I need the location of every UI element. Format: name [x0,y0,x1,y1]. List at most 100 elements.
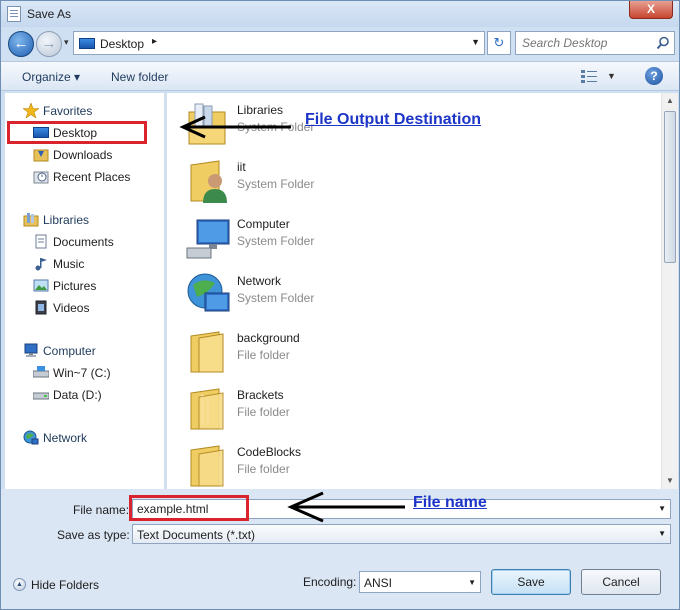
vertical-scrollbar[interactable]: ▲ ▼ [661,93,678,489]
file-name-annotation: File name [413,494,487,512]
collapse-icon: ▲ [13,578,26,591]
nav-downloads[interactable]: Downloads [33,145,183,165]
breadcrumb-arrow-icon[interactable]: ▸ [152,36,157,47]
nav-pictures-label: Pictures [53,279,96,293]
scrollbar-thumb[interactable] [664,111,676,263]
pictures-icon [33,278,49,293]
address-bar[interactable]: Desktop ▸ ▼ [73,31,485,55]
refresh-button[interactable]: ↻ [487,31,511,55]
encoding-label: Encoding: [303,575,356,589]
file-name: Brackets [237,388,284,402]
file-item-brackets[interactable]: Brackets File folder [167,378,637,435]
recent-places-icon [33,169,49,184]
computer-icon [23,343,39,358]
documents-icon [33,234,49,249]
file-item-background[interactable]: background File folder [167,321,637,378]
nav-pictures[interactable]: Pictures [33,276,183,296]
nav-recent-places[interactable]: Recent Places [33,167,183,187]
forward-button[interactable]: → [36,31,62,57]
nav-computer[interactable]: Computer [23,341,173,361]
search-box[interactable] [515,31,675,55]
file-name: Network [237,274,281,288]
file-name-highlight-box [129,495,249,521]
scroll-down-icon[interactable]: ▼ [662,473,678,489]
search-icon[interactable] [656,36,670,50]
encoding-value: ANSI [364,576,392,590]
navigation-pane: Favorites Desktop Downloads Recent Place… [5,93,165,489]
command-toolbar: Organize ▾ New folder ▼ ? [1,61,679,91]
save-as-type-value: Text Documents (*.txt) [137,528,255,542]
cancel-button[interactable]: Cancel [581,569,661,595]
file-name: CodeBlocks [237,445,301,459]
network-icon [185,271,233,319]
system-drive-icon [33,365,49,380]
file-name: Computer [237,217,290,231]
new-folder-button[interactable]: New folder [111,70,168,84]
file-type: File folder [237,348,290,362]
hard-drive-icon [33,387,49,402]
search-input[interactable] [520,35,650,51]
file-type: System Folder [237,234,314,248]
address-dropdown-icon[interactable]: ▼ [471,37,480,47]
nav-libraries[interactable]: Libraries [23,210,173,230]
nav-favorites[interactable]: Favorites [23,101,173,121]
organize-button[interactable]: Organize ▾ [22,70,80,84]
file-item-computer[interactable]: Computer System Folder [167,207,637,264]
nav-computer-label: Computer [43,344,96,358]
scroll-up-icon[interactable]: ▲ [662,93,678,109]
nav-documents-label: Documents [53,235,114,249]
navigation-bar: ← → ▾ Desktop ▸ ▼ ↻ [1,27,679,59]
nav-recent-places-label: Recent Places [53,170,130,184]
nav-drive-d-label: Data (D:) [53,388,102,402]
file-type: File folder [237,462,290,476]
file-item-network[interactable]: Network System Folder [167,264,637,321]
file-type: System Folder [237,177,314,191]
nav-libraries-label: Libraries [43,213,89,227]
nav-videos[interactable]: Videos [33,298,183,318]
nav-drive-d[interactable]: Data (D:) [33,385,183,405]
encoding-dropdown-icon[interactable]: ▼ [468,578,476,587]
file-name: iit [237,160,246,174]
title-bar: Save As X [1,1,679,27]
encoding-select[interactable]: ANSI ▼ [359,571,481,593]
save-as-type-label: Save as type: [57,528,130,542]
save-as-type-dropdown-icon[interactable]: ▼ [658,529,666,538]
history-dropdown-icon[interactable]: ▾ [64,37,69,48]
folder-icon [185,328,233,376]
destination-arrow-icon [179,115,295,139]
folder-icon [185,385,233,433]
notepad-icon [7,6,21,22]
file-item-codeblocks[interactable]: CodeBlocks File folder [167,435,637,489]
help-icon[interactable]: ? [645,67,663,85]
views-dropdown-icon[interactable]: ▼ [607,71,616,81]
views-icon[interactable] [581,69,597,83]
nav-drive-c-label: Win~7 (C:) [53,366,111,380]
window-title: Save As [27,7,71,21]
desktop-icon [79,38,95,49]
user-folder-icon [185,157,233,205]
nav-favorites-label: Favorites [43,104,92,118]
computer-icon [185,214,233,262]
nav-drive-c[interactable]: Win~7 (C:) [33,363,183,383]
videos-icon [33,300,49,315]
downloads-icon [33,147,49,162]
nav-documents[interactable]: Documents [33,232,183,252]
close-button[interactable]: X [629,1,673,19]
save-as-dialog: Save As X ← → ▾ Desktop ▸ ▼ ↻ Organize ▾… [0,0,680,610]
nav-videos-label: Videos [53,301,89,315]
network-icon [23,430,39,445]
nav-music[interactable]: Music [33,254,183,274]
save-button[interactable]: Save [491,569,571,595]
file-item-iit[interactable]: iit System Folder [167,150,637,207]
file-name-dropdown-icon[interactable]: ▼ [658,504,666,513]
address-location[interactable]: Desktop [100,37,144,51]
back-button[interactable]: ← [8,31,34,57]
hide-folders-label: Hide Folders [31,578,99,592]
file-type: File folder [237,405,290,419]
star-icon [23,103,39,118]
music-icon [33,256,49,271]
file-name-label: File name: [73,503,129,517]
nav-music-label: Music [53,257,84,271]
save-as-type-select[interactable]: Text Documents (*.txt) ▼ [132,524,671,544]
nav-network[interactable]: Network [23,428,173,448]
